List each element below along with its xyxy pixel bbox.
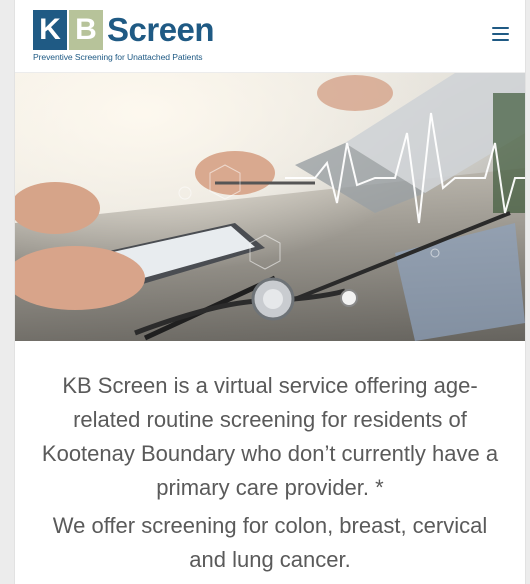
logo-b-block: B: [69, 10, 103, 50]
site-logo[interactable]: K B Screen Preventive Screening for Unat…: [33, 10, 253, 66]
logo-tagline: Preventive Screening for Unattached Pati…: [33, 52, 203, 62]
hamburger-menu-icon[interactable]: [489, 24, 513, 44]
site-header: K B Screen Preventive Screening for Unat…: [15, 0, 525, 73]
intro-paragraph: KB Screen is a virtual service offering …: [41, 373, 499, 500]
intro-section: KB Screen is a virtual service offering …: [15, 341, 525, 577]
offer-paragraph: We offer screening for colon, breast, ce…: [52, 513, 488, 572]
logo-k-block: K: [33, 10, 67, 50]
hero-image: [15, 73, 525, 341]
logo-wordmark: Screen: [107, 11, 215, 48]
page-frame: K B Screen Preventive Screening for Unat…: [14, 0, 526, 584]
